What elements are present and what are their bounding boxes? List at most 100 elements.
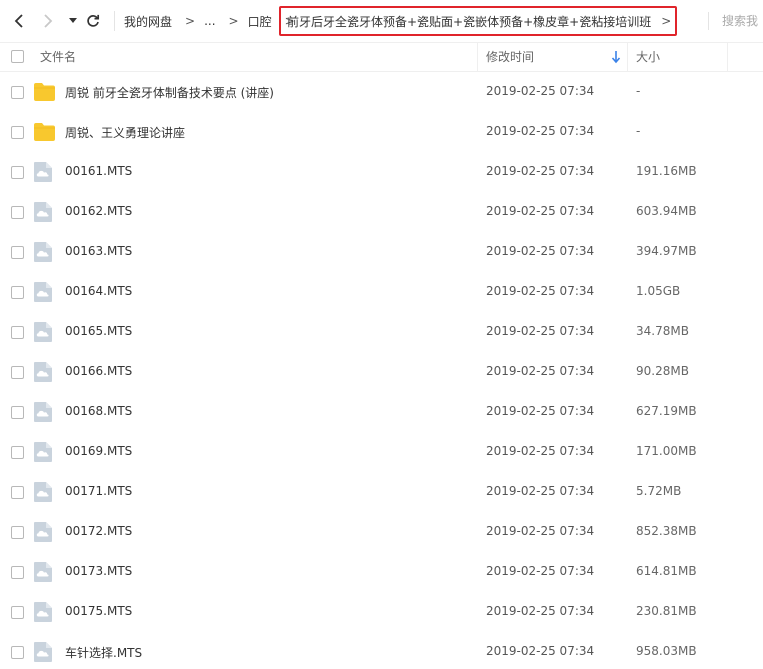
file-modified-time: 2019-02-25 07:34 — [486, 164, 595, 178]
breadcrumb-oral[interactable]: 口腔 — [248, 13, 272, 30]
refresh-button[interactable] — [83, 11, 103, 31]
row-checkbox[interactable] — [11, 286, 24, 299]
file-row[interactable]: 00171.MTS 2019-02-25 07:34 5.72MB — [0, 472, 763, 512]
search-input[interactable] — [722, 12, 763, 30]
folder-row[interactable]: 周锐 前牙全瓷牙体制备技术要点 (讲座) 2019-02-25 07:34 - — [0, 72, 763, 112]
row-checkbox[interactable] — [11, 486, 24, 499]
column-divider — [727, 43, 728, 71]
file-modified-time: 2019-02-25 07:34 — [486, 84, 595, 98]
column-header-name[interactable]: 文件名 — [40, 43, 76, 71]
file-modified-time: 2019-02-25 07:34 — [486, 364, 595, 378]
history-dropdown-button[interactable] — [66, 11, 80, 31]
file-modified-time: 2019-02-25 07:34 — [486, 324, 595, 338]
file-row[interactable]: 00169.MTS 2019-02-25 07:34 171.00MB — [0, 432, 763, 472]
video-file-icon — [34, 242, 55, 262]
row-checkbox[interactable] — [11, 206, 24, 219]
row-checkbox[interactable] — [11, 366, 24, 379]
file-name[interactable]: 00171.MTS — [65, 484, 132, 498]
folder-icon — [34, 82, 55, 102]
row-checkbox[interactable] — [11, 126, 24, 139]
video-file-icon — [34, 202, 55, 222]
back-button[interactable] — [9, 11, 29, 31]
select-all-checkbox[interactable] — [11, 50, 24, 63]
file-name[interactable]: 00164.MTS — [65, 284, 132, 298]
row-checkbox[interactable] — [11, 526, 24, 539]
file-list-header: 文件名 修改时间 大小 — [0, 42, 763, 72]
file-row[interactable]: 00163.MTS 2019-02-25 07:34 394.97MB — [0, 232, 763, 272]
file-row[interactable]: 00164.MTS 2019-02-25 07:34 1.05GB — [0, 272, 763, 312]
file-name[interactable]: 00168.MTS — [65, 404, 132, 418]
video-file-icon — [34, 362, 55, 382]
file-size: 171.00MB — [636, 444, 697, 458]
row-checkbox[interactable] — [11, 446, 24, 459]
file-name[interactable]: 周锐、王义勇理论讲座 — [65, 124, 185, 141]
column-divider — [627, 43, 628, 71]
file-size: 230.81MB — [636, 604, 697, 618]
column-header-modified[interactable]: 修改时间 — [486, 43, 534, 71]
file-row[interactable]: 00175.MTS 2019-02-25 07:34 230.81MB — [0, 592, 763, 632]
video-file-icon — [34, 282, 55, 302]
caret-down-icon — [69, 18, 77, 23]
row-checkbox[interactable] — [11, 246, 24, 259]
file-size: 852.38MB — [636, 524, 697, 538]
breadcrumb-separator: > — [661, 14, 672, 28]
file-name[interactable]: 00163.MTS — [65, 244, 132, 258]
file-row[interactable]: 00165.MTS 2019-02-25 07:34 34.78MB — [0, 312, 763, 352]
file-modified-time: 2019-02-25 07:34 — [486, 404, 595, 418]
breadcrumb-my-drive[interactable]: 我的网盘 — [124, 13, 172, 30]
file-name[interactable]: 00165.MTS — [65, 324, 132, 338]
file-row[interactable]: 车针选择.MTS 2019-02-25 07:34 958.03MB — [0, 632, 763, 669]
file-row[interactable]: 00173.MTS 2019-02-25 07:34 614.81MB — [0, 552, 763, 592]
breadcrumb-separator: > — [228, 14, 239, 28]
breadcrumb-ellipsis[interactable]: ... — [204, 14, 215, 28]
file-name[interactable]: 00175.MTS — [65, 604, 132, 618]
file-name[interactable]: 00169.MTS — [65, 444, 132, 458]
file-name[interactable]: 周锐 前牙全瓷牙体制备技术要点 (讲座) — [65, 84, 274, 101]
file-name[interactable]: 车针选择.MTS — [65, 644, 142, 661]
video-file-icon — [34, 642, 55, 662]
video-file-icon — [34, 522, 55, 542]
file-name[interactable]: 00173.MTS — [65, 564, 132, 578]
video-file-icon — [34, 402, 55, 422]
breadcrumb-current-folder[interactable]: 前牙后牙全瓷牙体预备+瓷贴面+瓷嵌体预备+橡皮章+瓷粘接培训班 > — [279, 6, 677, 36]
row-checkbox[interactable] — [11, 86, 24, 99]
file-size: 191.16MB — [636, 164, 697, 178]
file-row[interactable]: 00168.MTS 2019-02-25 07:34 627.19MB — [0, 392, 763, 432]
chevron-left-icon — [14, 14, 23, 28]
refresh-icon — [87, 14, 100, 27]
file-size: 614.81MB — [636, 564, 697, 578]
file-name[interactable]: 00162.MTS — [65, 204, 132, 218]
row-checkbox[interactable] — [11, 326, 24, 339]
column-header-size[interactable]: 大小 — [636, 43, 660, 71]
file-row[interactable]: 00161.MTS 2019-02-25 07:34 191.16MB — [0, 152, 763, 192]
file-row[interactable]: 00162.MTS 2019-02-25 07:34 603.94MB — [0, 192, 763, 232]
file-row[interactable]: 00166.MTS 2019-02-25 07:34 90.28MB — [0, 352, 763, 392]
file-modified-time: 2019-02-25 07:34 — [486, 244, 595, 258]
file-modified-time: 2019-02-25 07:34 — [486, 644, 595, 658]
row-checkbox[interactable] — [11, 406, 24, 419]
file-name[interactable]: 00172.MTS — [65, 524, 132, 538]
file-size: 394.97MB — [636, 244, 697, 258]
file-modified-time: 2019-02-25 07:34 — [486, 564, 595, 578]
file-modified-time: 2019-02-25 07:34 — [486, 124, 595, 138]
file-size: 958.03MB — [636, 644, 697, 658]
row-checkbox[interactable] — [11, 646, 24, 659]
forward-button[interactable] — [38, 11, 58, 31]
file-size: - — [636, 124, 641, 138]
row-checkbox[interactable] — [11, 566, 24, 579]
file-name[interactable]: 00161.MTS — [65, 164, 132, 178]
file-size: 1.05GB — [636, 284, 681, 298]
file-row[interactable]: 00172.MTS 2019-02-25 07:34 852.38MB — [0, 512, 763, 552]
row-checkbox[interactable] — [11, 606, 24, 619]
sort-descending-icon[interactable] — [611, 50, 623, 64]
file-size: - — [636, 84, 641, 98]
folder-row[interactable]: 周锐、王义勇理论讲座 2019-02-25 07:34 - — [0, 112, 763, 152]
video-file-icon — [34, 482, 55, 502]
file-modified-time: 2019-02-25 07:34 — [486, 444, 595, 458]
file-name[interactable]: 00166.MTS — [65, 364, 132, 378]
video-file-icon — [34, 322, 55, 342]
file-modified-time: 2019-02-25 07:34 — [486, 204, 595, 218]
folder-icon — [34, 122, 55, 142]
file-size: 90.28MB — [636, 364, 689, 378]
row-checkbox[interactable] — [11, 166, 24, 179]
